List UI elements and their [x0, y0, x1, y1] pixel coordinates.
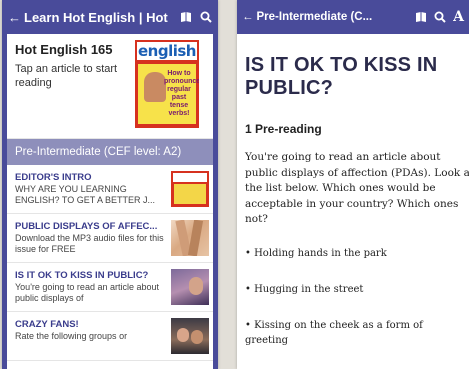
article-thumbnail: [171, 269, 209, 305]
app-bar-title: Learn Hot English | Hot ...: [24, 9, 172, 25]
article-body: IS IT OK TO KISS IN PUBLIC? 1 Pre-readin…: [237, 34, 469, 348]
article-thumbnail: [171, 318, 209, 354]
search-icon[interactable]: [434, 11, 446, 23]
cover-masthead: english: [137, 42, 197, 60]
issue-list-screen: ← Learn Hot English | Hot ... Hot Englis…: [2, 0, 218, 369]
article-description: Rate the following groups or: [15, 331, 128, 341]
article-title: CRAZY FANS!: [15, 319, 79, 330]
article-description: WHY ARE YOU LEARNING ENGLISH? TO GET A B…: [15, 184, 156, 205]
article-description: You're going to read an article about pu…: [15, 282, 159, 303]
article-item[interactable]: PUBLIC DISPLAYS OF AFFEC... Download the…: [7, 214, 213, 263]
article-item[interactable]: IS IT OK TO KISS IN PUBLIC? You're going…: [7, 263, 213, 312]
article-thumbnail: [171, 171, 209, 207]
cover-artwork: How to pronounce regular past tense verb…: [138, 64, 199, 124]
article-description: Download the MP3 audio files for this is…: [15, 233, 164, 254]
article-paragraph: You're going to read an article about pu…: [245, 151, 469, 225]
article-reader-screen: ← Pre-Intermediate (C... A IS IT OK TO K…: [237, 0, 469, 369]
article-title: PUBLIC DISPLAYS OF AFFEC...: [15, 221, 158, 232]
article-item[interactable]: EDITOR'S INTRO WHY ARE YOU LEARNING ENGL…: [7, 165, 213, 214]
issue-subtitle: Tap an article to start reading: [15, 63, 118, 89]
back-arrow-icon[interactable]: ←: [8, 10, 21, 25]
font-size-icon[interactable]: A: [453, 9, 464, 25]
app-bar: ← Pre-Intermediate (C... A: [237, 0, 469, 34]
magazine-cover[interactable]: english How to pronounce regular past te…: [135, 40, 199, 128]
list-item: • Holding hands in the park: [245, 247, 387, 259]
issue-content: Hot English 165 Tap an article to start …: [2, 34, 218, 369]
issue-card[interactable]: Hot English 165 Tap an article to start …: [7, 34, 213, 139]
list-item: • Kissing on the cheek as a form of gree…: [245, 319, 423, 346]
article-heading: IS IT OK TO KISS IN PUBLIC?: [245, 54, 438, 99]
search-icon[interactable]: [200, 11, 212, 23]
app-bar: ← Learn Hot English | Hot ...: [2, 0, 218, 34]
book-icon[interactable]: [415, 11, 427, 23]
article-title: EDITOR'S INTRO: [15, 172, 92, 183]
article-thumbnail: [171, 220, 209, 256]
article-title: IS IT OK TO KISS IN PUBLIC?: [15, 270, 149, 281]
cover-blurb: How to pronounce regular past tense verb…: [164, 70, 199, 117]
issue-title: Hot English 165: [15, 42, 113, 57]
app-bar-title: Pre-Intermediate (C...: [256, 11, 373, 23]
back-arrow-icon[interactable]: ←: [242, 11, 254, 23]
level-section-header: Pre-Intermediate (CEF level: A2): [7, 139, 213, 165]
list-item: • Hugging in the street: [245, 283, 364, 295]
book-icon[interactable]: [180, 11, 192, 23]
article-item[interactable]: CRAZY FANS! Rate the following groups or: [7, 312, 213, 361]
section-heading: 1 Pre-reading: [245, 122, 322, 136]
cover-face: [144, 72, 166, 102]
